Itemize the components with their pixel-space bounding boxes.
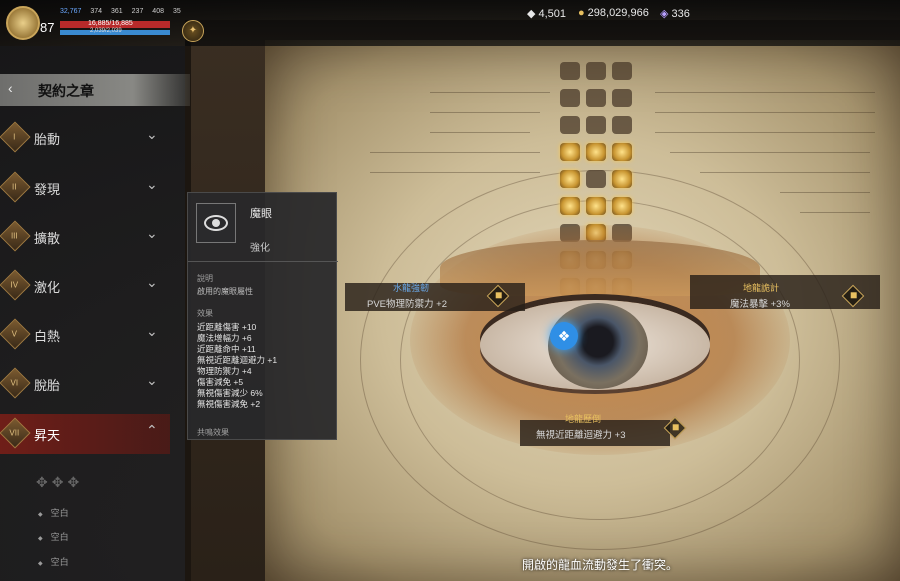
water-rune-icon[interactable]: ❖ — [550, 322, 578, 350]
effect-line: 無視傷害減免 +2 — [197, 399, 261, 409]
effect-line: 傷害減免 +5 — [197, 377, 244, 387]
effect-line: 物理防禦力 +4 — [197, 366, 252, 376]
sub-item-2[interactable]: ◆ 空白 — [38, 530, 69, 543]
gem-icon: ◈ — [660, 8, 669, 20]
sidebar-item-2[interactable]: II 發現 ⌄ — [0, 168, 170, 208]
sidebar-item-7[interactable]: VII 昇天 ⌃ — [0, 414, 170, 454]
roman-numeral-badge: I — [0, 121, 31, 153]
roman-numeral-badge: VI — [0, 367, 31, 399]
hp-bar: 16,885/16,885 — [60, 20, 170, 28]
roman-numeral-badge: V — [0, 318, 31, 350]
stat-3: 361 — [111, 8, 123, 15]
script-line — [430, 112, 540, 113]
sidebar-item-label: 胎動 — [34, 132, 61, 147]
roman-numeral-badge: VII — [0, 417, 31, 449]
roman-numeral-badge: III — [0, 220, 31, 252]
effect-line: 近距離命中 +11 — [197, 344, 256, 354]
sidebar-item-label: 發現 — [34, 182, 61, 197]
currency-diamond: ◆ 4,501 — [527, 8, 566, 20]
stat-5: 408 — [152, 8, 164, 15]
buff-icon[interactable]: ✦ — [182, 20, 204, 42]
chapter-header[interactable]: ‹ 契約之章 — [0, 74, 190, 106]
node-left-value: PVE物理防禦力 +2 — [367, 299, 447, 310]
script-line — [700, 172, 870, 173]
stat-4: 237 — [131, 8, 144, 15]
effect-line: 魔法增幅力 +6 — [197, 333, 252, 343]
stat-row: 32,767 374 361 237 408 35 — [60, 8, 188, 15]
tooltip-tag: 強化 — [250, 243, 270, 254]
demon-eye-icon — [196, 203, 236, 243]
node-right-value: 魔法暴擊 +3% — [730, 299, 790, 310]
stat-2: 374 — [90, 8, 103, 15]
sidebar-item-6[interactable]: VI 脫胎 ⌄ — [0, 364, 170, 404]
sidebar-item-4[interactable]: IV 激化 ⌄ — [0, 266, 170, 306]
sidebar-item-label: 擴散 — [34, 231, 61, 246]
power-stat: 32,767 — [60, 8, 82, 15]
node-bottom-value: 無視近距離迴避力 +3 — [536, 430, 626, 441]
script-line — [430, 132, 530, 133]
sidebar-item-label: 昇天 — [34, 428, 61, 443]
chevron-down-icon[interactable]: ⌄ — [146, 126, 158, 143]
character-level: 87 — [40, 20, 55, 35]
dot-icon: ◆ — [38, 512, 43, 518]
script-line — [670, 152, 870, 153]
stat-6: 35 — [172, 8, 181, 15]
mp-text: 2,039/2,039 — [90, 28, 122, 34]
script-line — [370, 152, 540, 153]
script-line — [655, 112, 875, 113]
effect-line: 近距離傷害 +10 — [197, 322, 257, 332]
tooltip-effects: 近距離傷害 +10 魔法增幅力 +6 近距離命中 +11 無視近距離迴避力 +1… — [197, 322, 277, 410]
divider — [188, 261, 338, 262]
gold-coin-icon: ● — [578, 7, 585, 19]
script-line — [800, 212, 870, 213]
effect-line: 無視傷害減少 6% — [197, 388, 263, 398]
tooltip-desc: 啟用的魔眼屬性 — [197, 287, 253, 296]
top-bar: 87 32,767 374 361 237 408 35 16,885/16,8… — [0, 0, 900, 46]
sidebar-item-label: 白熱 — [34, 329, 61, 344]
sidebar-item-label: 激化 — [34, 280, 61, 295]
notification-subtitle: 開啟的龍血流動發生了衝突。 — [521, 558, 678, 572]
script-line — [780, 192, 870, 193]
back-arrow-icon[interactable]: ‹ — [8, 80, 13, 96]
hp-text: 16,885/16,885 — [88, 20, 133, 27]
chevron-down-icon[interactable]: ⌄ — [146, 372, 158, 389]
effect-line: 無視近距離迴避力 +1 — [197, 355, 278, 365]
chapter-title: 契約之章 — [38, 83, 94, 99]
sidebar-item-1[interactable]: I 胎動 ⌄ — [0, 118, 170, 158]
chevron-up-icon[interactable]: ⌃ — [146, 422, 158, 439]
script-line — [655, 132, 875, 133]
chevron-down-icon[interactable]: ⌄ — [146, 323, 158, 340]
diamond-icon: ◆ — [527, 8, 536, 20]
roman-numeral-badge: IV — [0, 269, 31, 301]
node-left-title: 水龍強韌 — [393, 283, 430, 293]
sub-rune-glyphs: ✥✥✥ — [36, 474, 84, 490]
dot-icon: ◆ — [38, 536, 43, 542]
currency-gem: ◈ 336 — [660, 8, 690, 20]
chevron-down-icon[interactable]: ⌄ — [146, 274, 158, 291]
node-right-title: 地龍詭計 — [743, 283, 780, 293]
character-avatar[interactable] — [6, 6, 40, 40]
chevron-down-icon[interactable]: ⌄ — [146, 225, 158, 242]
roman-numeral-badge: II — [0, 171, 31, 203]
mp-bar: 2,039/2,039 — [60, 28, 170, 35]
script-line — [370, 172, 540, 173]
script-line — [430, 92, 550, 93]
skill-tooltip: 魔眼 強化 說明 啟用的魔眼屬性 效果 近距離傷害 +10 魔法增幅力 +6 近… — [187, 192, 338, 440]
tooltip-effects-header: 效果 — [197, 309, 213, 318]
sidebar-item-label: 脫胎 — [34, 378, 61, 393]
script-line — [655, 92, 875, 93]
tooltip-desc-header: 說明 — [197, 274, 213, 283]
currency-gold: ● 298,029,966 — [578, 7, 649, 19]
sidebar-item-5[interactable]: V 白熱 ⌄ — [0, 315, 170, 355]
chevron-down-icon[interactable]: ⌄ — [146, 176, 158, 193]
node-bottom-title: 地龍歷倒 — [565, 414, 602, 424]
tooltip-resonance-header: 共鳴效果 — [197, 428, 229, 437]
tooltip-title: 魔眼 — [250, 208, 272, 220]
sub-item-1[interactable]: ◆ 空白 — [38, 506, 69, 519]
sidebar-item-3[interactable]: III 擴散 ⌄ — [0, 217, 170, 257]
